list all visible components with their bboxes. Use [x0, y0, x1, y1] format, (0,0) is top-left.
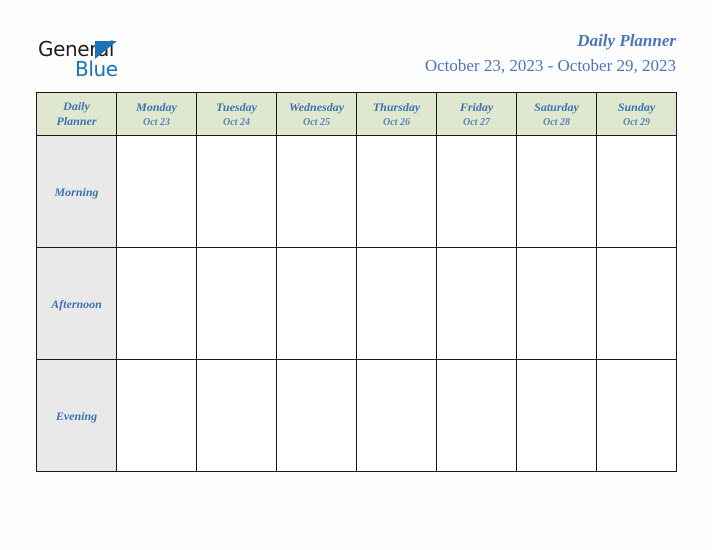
table-row-morning: Morning	[36, 135, 677, 248]
slot-morning-sunday[interactable]	[596, 135, 677, 248]
column-header-friday: Friday Oct 27	[436, 92, 517, 136]
day-name-label: Sunday	[617, 99, 656, 114]
column-header-tuesday: Tuesday Oct 24	[196, 92, 277, 136]
day-date-label: Oct 23	[143, 116, 170, 128]
column-header-monday: Monday Oct 23	[116, 92, 197, 136]
slot-afternoon-friday[interactable]	[436, 247, 517, 360]
slot-evening-thursday[interactable]	[356, 359, 437, 472]
slot-afternoon-saturday[interactable]	[516, 247, 597, 360]
slot-morning-saturday[interactable]	[516, 135, 597, 248]
column-header-saturday: Saturday Oct 28	[516, 92, 597, 136]
daily-planner-table: Daily Planner Monday Oct 23 Tuesday Oct …	[36, 92, 677, 472]
day-name-label: Friday	[459, 99, 494, 114]
slot-morning-friday[interactable]	[436, 135, 517, 248]
slot-morning-monday[interactable]	[116, 135, 197, 248]
slot-afternoon-tuesday[interactable]	[196, 247, 277, 360]
row-label-text: Morning	[54, 184, 99, 199]
table-row-evening: Evening	[36, 359, 677, 472]
slot-afternoon-thursday[interactable]	[356, 247, 437, 360]
day-name-label: Tuesday	[216, 99, 257, 114]
date-range-label: October 23, 2023 - October 29, 2023	[424, 56, 676, 75]
row-label-afternoon: Afternoon	[36, 247, 117, 360]
column-header-thursday: Thursday Oct 26	[356, 92, 437, 136]
column-header-sunday: Sunday Oct 29	[596, 92, 677, 136]
general-blue-logo: General Blue	[38, 38, 158, 82]
slot-morning-tuesday[interactable]	[196, 135, 277, 248]
slot-evening-friday[interactable]	[436, 359, 517, 472]
slot-afternoon-sunday[interactable]	[596, 247, 677, 360]
slot-evening-sunday[interactable]	[596, 359, 677, 472]
day-name-label: Saturday	[534, 99, 579, 114]
slot-evening-tuesday[interactable]	[196, 359, 277, 472]
day-name-label: Monday	[136, 99, 177, 114]
title-block: Daily Planner October 23, 2023 - October…	[425, 30, 676, 77]
row-label-evening: Evening	[36, 359, 117, 472]
day-date-label: Oct 26	[383, 116, 410, 128]
slot-evening-saturday[interactable]	[516, 359, 597, 472]
day-date-label: Oct 28	[543, 116, 570, 128]
corner-header-line1: Daily	[63, 99, 90, 113]
row-label-text: Afternoon	[51, 296, 102, 311]
logo-text-blue: Blue	[75, 57, 118, 81]
table-corner-header: Daily Planner	[36, 92, 117, 136]
corner-header-line2: Planner	[56, 114, 97, 128]
slot-morning-wednesday[interactable]	[276, 135, 357, 248]
row-label-text: Evening	[55, 408, 98, 423]
slot-evening-monday[interactable]	[116, 359, 197, 472]
day-name-label: Thursday	[372, 99, 421, 114]
slot-evening-wednesday[interactable]	[276, 359, 357, 472]
slot-afternoon-monday[interactable]	[116, 247, 197, 360]
table-header-row: Daily Planner Monday Oct 23 Tuesday Oct …	[36, 92, 677, 136]
row-label-morning: Morning	[36, 135, 117, 248]
day-date-label: Oct 27	[463, 116, 490, 128]
day-date-label: Oct 24	[223, 116, 250, 128]
page-header: General Blue Daily Planner October 23, 2…	[0, 0, 712, 92]
day-name-label: Wednesday	[288, 99, 345, 114]
slot-afternoon-wednesday[interactable]	[276, 247, 357, 360]
page-title: Daily Planner	[577, 31, 676, 50]
column-header-wednesday: Wednesday Oct 25	[276, 92, 357, 136]
day-date-label: Oct 29	[623, 116, 650, 128]
slot-morning-thursday[interactable]	[356, 135, 437, 248]
table-row-afternoon: Afternoon	[36, 247, 677, 360]
day-date-label: Oct 25	[303, 116, 330, 128]
